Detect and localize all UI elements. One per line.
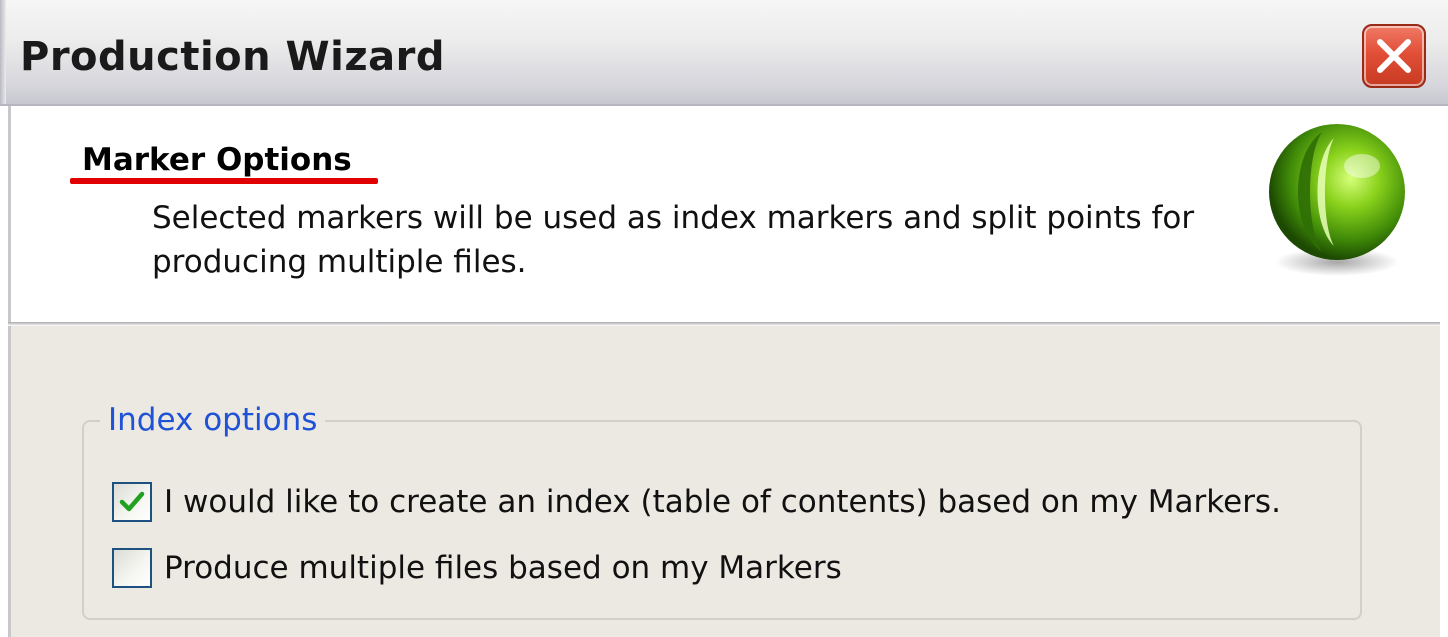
multiple-files-checkbox[interactable] [112,548,152,588]
page-description: Selected markers will be used as index m… [152,200,1195,280]
close-button[interactable] [1362,24,1426,88]
production-wizard-window: Production Wizard Marker Options Selecte… [0,0,1448,637]
create-index-option[interactable]: I would like to create an index (table o… [112,480,1281,524]
title-underline [70,178,378,184]
create-index-checkbox[interactable] [112,482,152,522]
page-title: Marker Options [82,142,352,178]
title-bar-edge [0,0,6,104]
multiple-files-option[interactable]: Produce multiple files based on my Marke… [112,546,842,590]
multiple-files-label: Produce multiple files based on my Marke… [164,550,842,586]
green-sphere-icon [1269,124,1405,276]
title-bar[interactable]: Production Wizard [0,0,1448,106]
create-index-label: I would like to create an index (table o… [164,484,1281,520]
index-options-legend: Index options [100,402,326,438]
window-title: Production Wizard [20,34,446,80]
close-icon [1377,39,1411,73]
checkmark-icon [119,491,145,512]
